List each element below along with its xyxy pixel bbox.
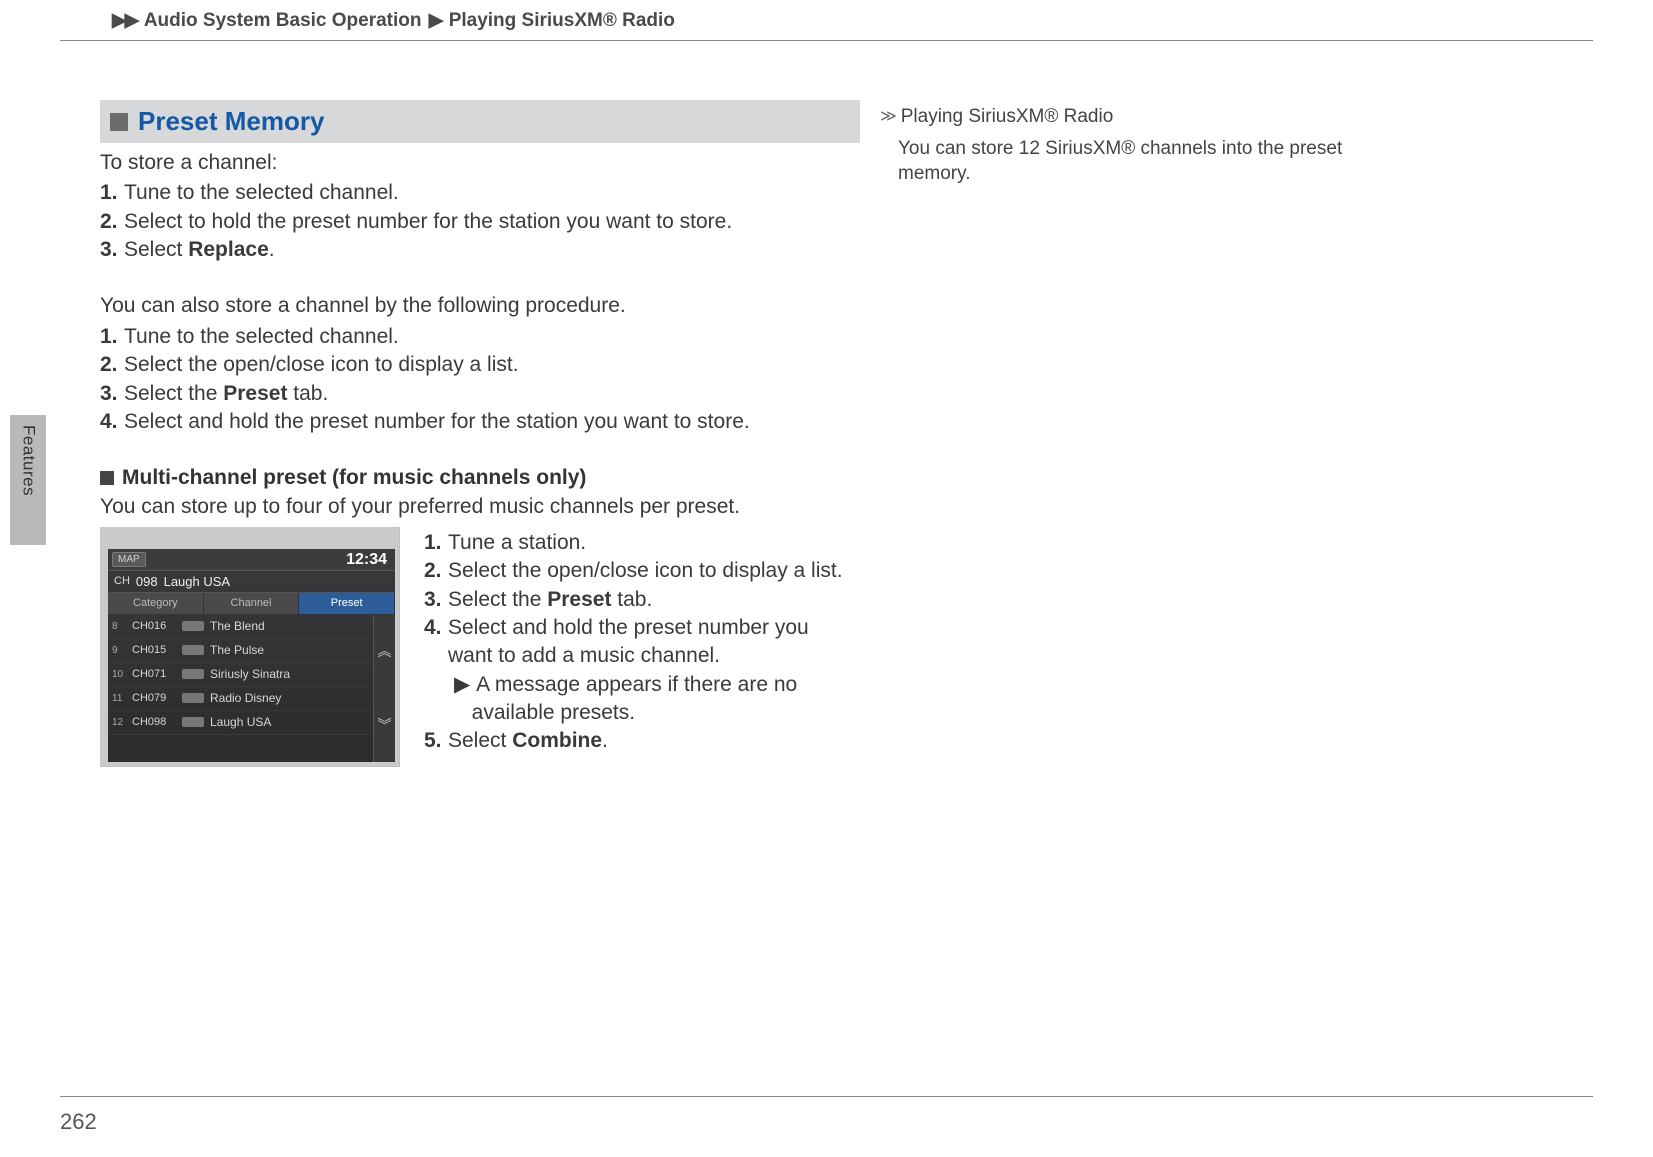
step-text: Tune a station. <box>448 529 860 557</box>
step-text: Select the open/close icon to display a … <box>448 557 860 585</box>
page-number: 262 <box>60 1107 97 1137</box>
step-number: 3. <box>100 236 124 264</box>
intro-line-2: You can also store a channel by the foll… <box>100 292 860 320</box>
list-item: 12CH098Laugh USA <box>108 711 371 735</box>
list-item: 11CH079Radio Disney <box>108 687 371 711</box>
header-divider <box>60 40 1593 41</box>
step-number: 2. <box>100 351 124 379</box>
step-number: 3. <box>424 586 448 614</box>
breadcrumb: ▶▶ Audio System Basic Operation ▶ Playin… <box>110 8 675 34</box>
triangle-right-icon: ▶ <box>454 671 470 699</box>
footer-divider <box>60 1096 1593 1097</box>
breadcrumb-item-1: Audio System Basic Operation <box>144 10 422 31</box>
double-arrow-icon: ≫ <box>880 106 897 128</box>
channel-logo-icon <box>182 693 204 703</box>
scrollbar: ︽ ︾ <box>373 615 395 762</box>
step-text: Select to hold the preset number for the… <box>124 208 860 236</box>
section-heading-text: Preset Memory <box>138 104 324 139</box>
step-text: Select and hold the preset number for th… <box>124 408 860 436</box>
step-number: 4. <box>100 408 124 436</box>
channel-logo-icon <box>182 621 204 631</box>
bold-combine: Combine <box>512 729 602 752</box>
breadcrumb-arrow-icon: ▶ <box>429 10 442 31</box>
channel-logo-icon <box>182 717 204 727</box>
device-top-bar: MAP 12:34 <box>108 549 395 571</box>
intro-line: To store a channel: <box>100 149 860 177</box>
side-note-body: You can store 12 SiriusXM® channels into… <box>880 136 1380 187</box>
main-content: Preset Memory To store a channel: 1.Tune… <box>100 100 860 767</box>
device-screen: MAP 12:34 CH 098 Laugh USA Category Chann… <box>108 549 395 762</box>
bold-preset: Preset <box>223 382 287 405</box>
breadcrumb-arrow-icon: ▶▶ <box>112 10 137 31</box>
step-number: 2. <box>100 208 124 236</box>
side-note-title-text: Playing SiriusXM® Radio <box>901 104 1114 130</box>
step-number: 1. <box>100 323 124 351</box>
section-heading-preset-memory: Preset Memory <box>100 100 860 143</box>
tab-category: Category <box>108 593 204 614</box>
step-number: 3. <box>100 380 124 408</box>
breadcrumb-item-2: Playing SiriusXM® Radio <box>449 10 675 31</box>
screenshot-and-steps: MAP 12:34 CH 098 Laugh USA Category Chann… <box>100 527 860 767</box>
now-playing-row: CH 098 Laugh USA <box>108 571 395 593</box>
scroll-down-icon: ︾ <box>374 688 395 762</box>
steps-list-2: 1.Tune to the selected channel. 2.Select… <box>100 323 860 436</box>
step-text: Tune to the selected channel. <box>124 179 860 207</box>
list-item: 10CH071Siriusly Sinatra <box>108 663 371 687</box>
step-text: Select the Preset tab. <box>124 380 860 408</box>
step-number: 2. <box>424 557 448 585</box>
side-note: ≫ Playing SiriusXM® Radio You can store … <box>880 104 1380 187</box>
list-item: 9CH015The Pulse <box>108 639 371 663</box>
tab-channel: Channel <box>204 593 300 614</box>
bold-preset: Preset <box>547 588 611 611</box>
channel-logo-icon <box>182 645 204 655</box>
multi-channel-steps: 1.Tune a station. 2.Select the open/clos… <box>424 527 860 756</box>
map-button: MAP <box>112 552 146 568</box>
section-tab-features: Features <box>10 415 46 545</box>
step-number: 1. <box>424 529 448 557</box>
side-note-title: ≫ Playing SiriusXM® Radio <box>880 104 1380 130</box>
device-screenshot: MAP 12:34 CH 098 Laugh USA Category Chann… <box>100 527 400 767</box>
step-number: 1. <box>100 179 124 207</box>
list-item: 8CH016The Blend <box>108 615 371 639</box>
step-number: 4. <box>424 614 448 642</box>
body-block-1: To store a channel: 1.Tune to the select… <box>100 149 860 436</box>
step-text: Select Combine. <box>448 727 860 755</box>
now-channel-name: Laugh USA <box>164 573 231 591</box>
section-tab-label: Features <box>17 425 40 496</box>
now-channel-number: 098 <box>136 573 158 591</box>
device-tabs: Category Channel Preset <box>108 593 395 615</box>
steps-list-1: 1.Tune to the selected channel. 2.Select… <box>100 179 860 264</box>
step-text: Select and hold the preset number you <box>448 614 860 642</box>
step-text: Select the open/close icon to display a … <box>124 351 860 379</box>
square-bullet-icon <box>100 471 114 485</box>
sub-intro: You can store up to four of your preferr… <box>100 493 860 521</box>
device-clock: 12:34 <box>346 549 391 570</box>
now-channel-prefix: CH <box>114 574 130 589</box>
step-text: Tune to the selected channel. <box>124 323 860 351</box>
sub-heading-text: Multi-channel preset (for music channels… <box>122 464 586 492</box>
note-text: A message appears if there are no <box>476 671 797 699</box>
bold-replace: Replace <box>188 238 269 261</box>
preset-list: 8CH016The Blend 9CH015The Pulse 10CH071S… <box>108 615 395 762</box>
square-bullet-icon <box>110 113 128 131</box>
step-text: Select Replace. <box>124 236 860 264</box>
note-text-cont: available presets. <box>472 699 635 727</box>
sub-heading-multichannel: Multi-channel preset (for music channels… <box>100 464 860 492</box>
step-number: 5. <box>424 727 448 755</box>
step-text-cont: want to add a music channel. <box>448 642 860 670</box>
channel-logo-icon <box>182 669 204 679</box>
step-text: Select the Preset tab. <box>448 586 860 614</box>
scroll-up-icon: ︽ <box>374 615 395 689</box>
tab-preset: Preset <box>299 593 395 614</box>
